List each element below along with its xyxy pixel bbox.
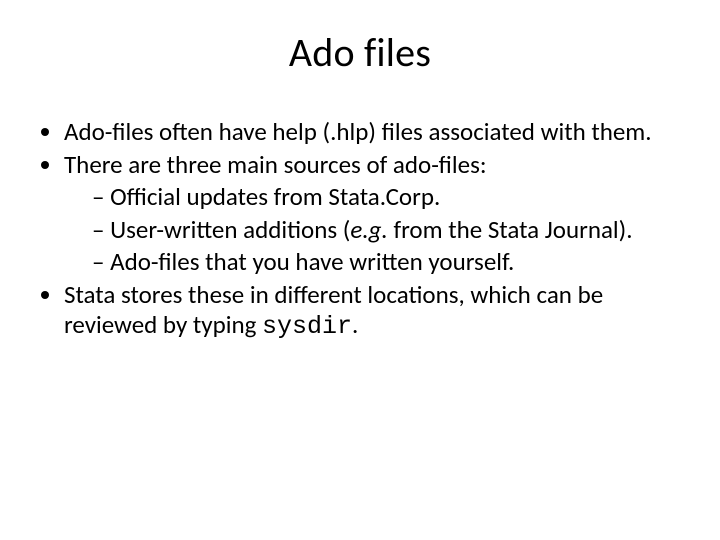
- bullet-text: Ado-files often have help (.hlp) files a…: [64, 116, 652, 147]
- bullet-item: Ado-files often have help (.hlp) files a…: [64, 117, 684, 148]
- code-text: sysdir: [262, 312, 352, 341]
- slide-title: Ado files: [36, 28, 684, 77]
- sub-bullet-text-pre: User-written additions (: [110, 214, 350, 245]
- sub-bullet-item: Ado-files that you have written yourself…: [92, 247, 684, 278]
- sub-bullet-text-post: from the Stata Journal).: [388, 214, 633, 245]
- sub-bullet-item: User-written additions (e.g. from the St…: [92, 215, 684, 246]
- sub-bullet-list: Official updates from Stata.Corp. User-w…: [64, 182, 684, 278]
- bullet-item: There are three main sources of ado-file…: [64, 150, 684, 278]
- bullet-list: Ado-files often have help (.hlp) files a…: [36, 117, 684, 343]
- sub-bullet-text: Ado-files that you have written yourself…: [110, 246, 514, 277]
- sub-bullet-item: Official updates from Stata.Corp.: [92, 182, 684, 213]
- sub-bullet-text-eg: e.g.: [350, 214, 387, 245]
- slide: Ado files Ado-files often have help (.hl…: [0, 0, 720, 540]
- bullet-text-post: .: [352, 309, 358, 340]
- sub-bullet-text: Official updates from Stata.Corp.: [110, 181, 440, 212]
- bullet-item: Stata stores these in different location…: [64, 280, 684, 343]
- bullet-text: There are three main sources of ado-file…: [64, 149, 487, 180]
